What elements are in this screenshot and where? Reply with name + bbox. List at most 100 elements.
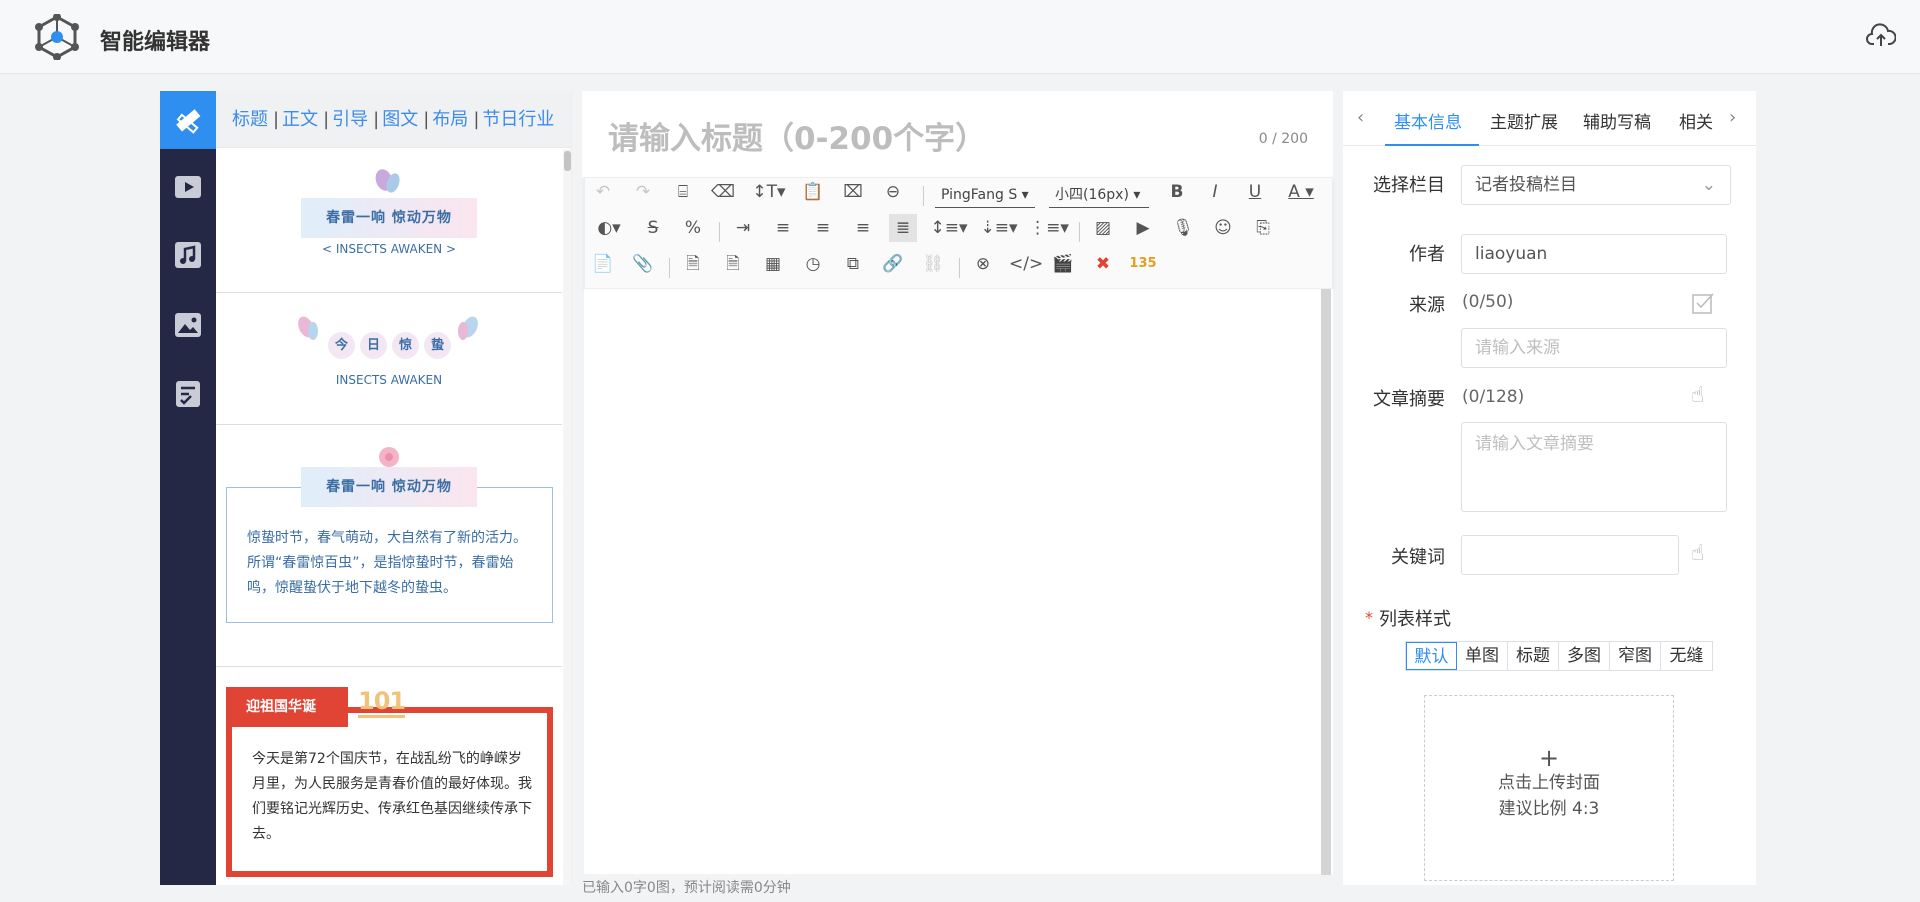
attachment-icon[interactable]: 📎 xyxy=(629,250,657,278)
editor-scrollbar[interactable] xyxy=(1321,289,1331,875)
format-brush-icon[interactable]: ⌸ xyxy=(669,178,697,206)
tab-related[interactable]: 相关 xyxy=(1679,108,1713,133)
135-editor-icon[interactable]: 135 xyxy=(1129,250,1157,278)
editor-area: 请输入标题（0-200个字） 0 / 200 ↶ ↷ ⌸ ⌫ ↕T▾ 📋 ⌧ ⊖… xyxy=(582,91,1333,901)
source-input[interactable]: 请输入来源 xyxy=(1461,328,1727,368)
emoji-icon[interactable]: ☺ xyxy=(1209,214,1237,242)
template-char: 今 xyxy=(328,332,355,359)
chevron-right-icon[interactable]: › xyxy=(1729,107,1736,128)
template-item[interactable]: 惊蛰时节，春气萌动，大自然有了新的活力。所谓“春雷惊百虫”，是指惊蛰时节，春雷始… xyxy=(216,425,562,667)
hand-pointer-icon[interactable]: ☝ xyxy=(1691,383,1704,408)
calendar-icon[interactable]: ▦ xyxy=(759,250,787,278)
chevron-down-icon: ⌄ xyxy=(1701,175,1716,195)
clear-format-icon[interactable]: ⌧ xyxy=(839,178,867,206)
template-item[interactable]: 今 日 惊 蛰 INSECTS AWAKEN xyxy=(216,293,562,425)
close-circle-icon[interactable]: ⊗ xyxy=(969,250,997,278)
active-tab-indicator xyxy=(1385,144,1479,146)
scroll-thumb[interactable] xyxy=(564,151,571,171)
tab-festival[interactable]: 节日行业 xyxy=(482,109,554,130)
template-item[interactable]: 今天是第72个国庆节，在战乱纷飞的峥嵘岁月里，为人民服务是青春价值的最好体现。我… xyxy=(216,667,562,885)
insert-image-icon[interactable]: ▨ xyxy=(1089,214,1117,242)
word-import-icon[interactable]: 🗎 xyxy=(679,250,707,278)
video-frame-icon[interactable]: ⧉ xyxy=(839,250,867,278)
chevron-left-icon[interactable]: ‹ xyxy=(1357,107,1364,128)
list-style-default[interactable]: 默认 xyxy=(1406,642,1457,670)
italic-icon[interactable]: I xyxy=(1201,178,1229,206)
author-input[interactable]: liaoyuan xyxy=(1461,234,1727,274)
checkbox-icon[interactable] xyxy=(1691,291,1715,315)
percent-icon[interactable]: % xyxy=(679,214,707,242)
clapperboard-icon[interactable]: 🎬 xyxy=(1049,250,1077,278)
clock-icon[interactable]: ◷ xyxy=(799,250,827,278)
template-scrollbar[interactable] xyxy=(563,149,571,885)
strikethrough-icon[interactable]: S xyxy=(639,214,667,242)
undo-icon[interactable]: ↶ xyxy=(589,178,617,206)
paragraph-spacing-icon[interactable]: ⇣≡▾ xyxy=(979,214,1019,242)
list-style-multi-image[interactable]: 多图 xyxy=(1559,642,1610,670)
text-direction-icon[interactable]: ↕T▾ xyxy=(749,178,789,206)
font-color-icon[interactable]: A ▾ xyxy=(1281,178,1321,206)
template-tag: 迎祖国华诞 xyxy=(226,687,348,727)
insert-file-icon[interactable]: ⎘ xyxy=(1249,214,1277,242)
strikethrough-circle-icon[interactable]: ⊖ xyxy=(879,178,907,206)
document-icon[interactable]: 📄 xyxy=(589,250,617,278)
source-code-icon[interactable]: </> xyxy=(1009,250,1043,278)
excel-import-icon[interactable]: 🗎 xyxy=(719,250,747,278)
style-tool-tab[interactable] xyxy=(160,91,216,149)
article-info-panel: ‹ 基本信息 主题扩展 辅助写稿 相关 › 选择栏目 记者投稿栏目 ⌄ 作者 l… xyxy=(1343,91,1756,885)
link-icon[interactable]: 🔗 xyxy=(879,250,907,278)
align-left-icon[interactable]: ≡ xyxy=(769,214,797,242)
paste-icon[interactable]: 📋 xyxy=(799,178,827,206)
bold-icon[interactable]: B xyxy=(1163,178,1191,206)
indent-icon[interactable]: ⇥ xyxy=(729,214,757,242)
list-style-single-image[interactable]: 单图 xyxy=(1457,642,1508,670)
pinwheel-icon[interactable]: ✖ xyxy=(1089,250,1117,278)
cloud-upload-icon[interactable] xyxy=(1866,22,1896,48)
tab-topic-extension[interactable]: 主题扩展 xyxy=(1490,108,1558,133)
redo-icon[interactable]: ↷ xyxy=(629,178,657,206)
column-label: 选择栏目 xyxy=(1373,175,1445,196)
font-family-select[interactable]: PingFang S ▾ xyxy=(935,184,1035,208)
image-icon[interactable] xyxy=(172,309,204,341)
palette-icon[interactable]: ◐▾ xyxy=(589,214,629,242)
tab-guide[interactable]: 引导 xyxy=(332,109,368,130)
template-item[interactable]: 春雷一响 惊动万物 < INSECTS AWAKEN > xyxy=(216,149,562,293)
tab-basic-info[interactable]: 基本信息 xyxy=(1394,108,1462,133)
list-style-seamless[interactable]: 无缝 xyxy=(1661,642,1712,670)
keywords-input[interactable] xyxy=(1461,535,1679,575)
editor-body[interactable] xyxy=(584,289,1333,874)
app-title: 智能编辑器 xyxy=(100,30,211,55)
title-input[interactable]: 请输入标题（0-200个字） xyxy=(608,113,986,158)
column-select[interactable]: 记者投稿栏目 ⌄ xyxy=(1461,165,1731,205)
underline-icon[interactable]: U xyxy=(1241,178,1269,206)
keywords-label: 关键词 xyxy=(1391,547,1445,568)
microphone-icon[interactable]: 🎙 xyxy=(1169,214,1197,242)
line-spacing-icon[interactable]: ↕≡▾ xyxy=(929,214,969,242)
tab-layout[interactable]: 布局 xyxy=(432,109,468,130)
list-style-narrow-image[interactable]: 窄图 xyxy=(1610,642,1661,670)
tab-image-text[interactable]: 图文 xyxy=(382,109,418,130)
insert-video-icon[interactable]: ▶ xyxy=(1129,214,1157,242)
eraser-icon[interactable]: ⌫ xyxy=(709,178,737,206)
list-style-title[interactable]: 标题 xyxy=(1508,642,1559,670)
hand-pointer-icon[interactable]: ☝ xyxy=(1691,541,1704,566)
tab-writing-assist[interactable]: 辅助写稿 xyxy=(1583,108,1651,133)
summary-textarea[interactable]: 请输入文章摘要 xyxy=(1461,422,1727,512)
list-icon[interactable]: ⋮≡▾ xyxy=(1029,214,1069,242)
align-justify-icon[interactable]: ≣ xyxy=(889,214,917,242)
required-mark: * xyxy=(1365,608,1373,627)
video-icon[interactable] xyxy=(172,171,204,203)
tab-title[interactable]: 标题 xyxy=(232,109,268,130)
align-center-icon[interactable]: ≡ xyxy=(809,214,837,242)
toolbar-row: 📄 📎 🗎 🗎 ▦ ◷ ⧉ 🔗 ⛓ ⊗ </> 🎬 ✖ 135 xyxy=(585,250,1334,286)
unlink-icon[interactable]: ⛓ xyxy=(919,250,947,278)
cover-upload[interactable]: + 点击上传封面 建议比例 4:3 xyxy=(1424,695,1674,881)
ruler-pencil-icon xyxy=(176,109,201,134)
font-size-select[interactable]: 小四(16px) ▾ xyxy=(1049,184,1149,208)
tab-body[interactable]: 正文 xyxy=(282,109,318,130)
align-right-icon[interactable]: ≡ xyxy=(849,214,877,242)
template-char: 蛰 xyxy=(424,332,451,359)
music-icon[interactable] xyxy=(172,239,204,271)
template-char: 日 xyxy=(360,332,387,359)
checklist-icon[interactable] xyxy=(172,378,204,410)
